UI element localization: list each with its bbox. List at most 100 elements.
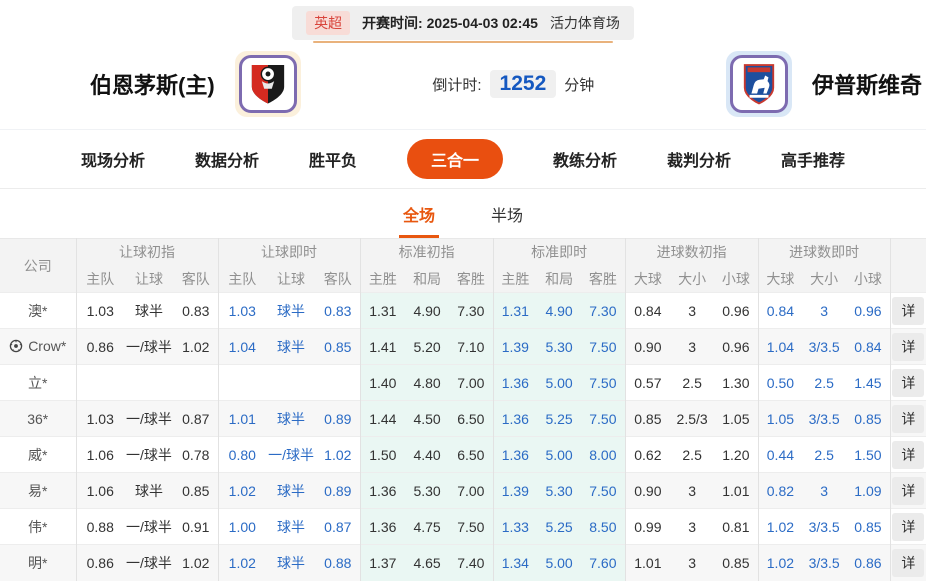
odds-cell[interactable]: 球半 [266, 328, 317, 365]
odds-cell[interactable]: 1.36 [492, 400, 538, 437]
detail-button[interactable]: 详 [892, 476, 925, 505]
odds-cell[interactable]: 5.25 [537, 400, 582, 437]
odds-cell[interactable]: 1.03 [217, 292, 267, 329]
odds-cell[interactable]: 3 [802, 472, 847, 509]
away-team-logo [725, 51, 792, 117]
odds-cell[interactable]: 1.02 [757, 508, 803, 545]
odds-cell[interactable]: 1.39 [492, 472, 538, 509]
home-team-logo [234, 51, 301, 117]
odds-cell[interactable]: 5.00 [537, 436, 582, 473]
odds-cell[interactable]: 0.85 [846, 400, 891, 437]
detail-button[interactable]: 详 [892, 512, 925, 541]
match-header: 伯恩茅斯(主) 倒计时: 1252 分钟 伊普斯维奇 [0, 43, 926, 130]
odds-cell[interactable]: 1.04 [757, 328, 803, 365]
odds-cell[interactable]: 0.85 [316, 328, 361, 365]
odds-cell[interactable]: 球半 [266, 472, 317, 509]
odds-cell[interactable]: 0.87 [316, 508, 361, 545]
odds-cell[interactable]: 1.01 [217, 400, 267, 437]
detail-button[interactable]: 详 [892, 368, 925, 397]
nav-tab[interactable]: 三合一 [406, 139, 503, 179]
odds-cell[interactable]: 2.5 [802, 364, 847, 401]
odds-cell[interactable]: 1.36 [492, 436, 538, 473]
detail-button[interactable]: 详 [892, 296, 925, 325]
match-info-pill: 英超 开赛时间: 2025-04-03 02:45 活力体育场 [292, 6, 634, 40]
detail-button[interactable]: 详 [892, 404, 925, 433]
odds-cell[interactable]: 3 [802, 292, 847, 329]
odds-cell[interactable]: 0.44 [757, 436, 803, 473]
company-name: 36* [27, 411, 48, 427]
odds-cell[interactable]: 2.5 [802, 436, 847, 473]
sub-tab[interactable]: 半场 [487, 202, 527, 238]
odds-cell[interactable]: 0.50 [757, 364, 803, 401]
odds-cell[interactable]: 7.50 [581, 400, 626, 437]
odds-cell[interactable]: 0.89 [316, 400, 361, 437]
odds-cell[interactable]: 一/球半 [266, 436, 317, 473]
odds-cell[interactable]: 球半 [266, 400, 317, 437]
odds-cell[interactable]: 4.90 [537, 292, 582, 329]
odds-cell[interactable]: 1.39 [492, 328, 538, 365]
odds-cell[interactable]: 8.00 [581, 436, 626, 473]
odds-cell[interactable]: 3/3.5 [802, 328, 847, 365]
odds-cell[interactable]: 1.00 [217, 508, 267, 545]
odds-cell[interactable]: 0.83 [316, 292, 361, 329]
company-cell: 伟* [0, 508, 76, 545]
nav-tab[interactable]: 教练分析 [553, 139, 617, 179]
odds-cell[interactable]: 1.09 [846, 472, 891, 509]
sub-header: 主胜 [359, 265, 406, 293]
nav-tab[interactable]: 胜平负 [309, 139, 357, 179]
odds-cell[interactable]: 8.50 [581, 508, 626, 545]
nav-tab[interactable]: 高手推荐 [781, 139, 845, 179]
odds-cell[interactable]: 5.00 [537, 364, 582, 401]
nav-tab[interactable]: 数据分析 [195, 139, 259, 179]
odds-cell[interactable]: 5.30 [537, 328, 582, 365]
odds-cell[interactable]: 5.30 [537, 472, 582, 509]
odds-cell[interactable]: 1.04 [217, 328, 267, 365]
odds-cell: 1.06 [75, 436, 124, 473]
odds-cell[interactable]: 1.02 [217, 472, 267, 509]
odds-cell[interactable]: 0.96 [846, 292, 891, 329]
odds-cell[interactable]: 1.31 [492, 292, 538, 329]
odds-cell: 一/球半 [124, 508, 174, 545]
odds-cell[interactable]: 球半 [266, 508, 317, 545]
odds-cell[interactable]: 0.89 [316, 472, 361, 509]
odds-cell: 球半 [124, 472, 174, 509]
odds-cell: 7.10 [449, 328, 494, 365]
odds-cell[interactable]: 1.02 [316, 436, 361, 473]
odds-cell[interactable]: 0.82 [757, 472, 803, 509]
detail-button[interactable]: 详 [892, 548, 925, 577]
odds-cell: 1.36 [359, 508, 406, 545]
away-team: 伊普斯维奇 [725, 51, 922, 117]
odds-cell[interactable]: 球半 [266, 292, 317, 329]
odds-cell[interactable]: 3/3.5 [802, 508, 847, 545]
detail-button[interactable]: 详 [892, 332, 925, 361]
odds-cell[interactable]: 0.80 [217, 436, 267, 473]
nav-tab[interactable]: 裁判分析 [667, 139, 731, 179]
company-cell: Crow* [0, 328, 76, 365]
company-cell: 澳* [0, 292, 76, 329]
sub-tab[interactable]: 全场 [398, 202, 439, 238]
detail-button[interactable]: 详 [892, 440, 925, 469]
odds-cell[interactable]: 1.45 [846, 364, 891, 401]
odds-cell: 7.50 [449, 508, 494, 545]
odds-cell[interactable]: 5.25 [537, 508, 582, 545]
sub-header: 让球 [266, 265, 317, 293]
odds-cell: 0.96 [714, 292, 759, 329]
company-label: 威* [28, 446, 48, 463]
odds-cell[interactable]: 1.50 [846, 436, 891, 473]
odds-cell[interactable]: 7.50 [581, 328, 626, 365]
odds-cell: 4.40 [405, 436, 450, 473]
odds-cell[interactable]: 1.33 [492, 508, 538, 545]
company-label: 36* [27, 410, 49, 427]
nav-tab[interactable]: 现场分析 [81, 139, 145, 179]
company-name: 易* [28, 481, 47, 501]
odds-cell[interactable]: 0.84 [757, 292, 803, 329]
odds-cell[interactable]: 3/3.5 [802, 400, 847, 437]
odds-cell[interactable]: 0.85 [846, 508, 891, 545]
odds-cell[interactable]: 7.50 [581, 472, 626, 509]
odds-cell[interactable]: 0.84 [846, 328, 891, 365]
odds-cell[interactable]: 1.36 [492, 364, 538, 401]
odds-cell[interactable]: 7.30 [581, 292, 626, 329]
odds-cell[interactable]: 7.50 [581, 364, 626, 401]
odds-cell[interactable]: 1.05 [757, 400, 803, 437]
odds-cell: 1.41 [359, 328, 406, 365]
